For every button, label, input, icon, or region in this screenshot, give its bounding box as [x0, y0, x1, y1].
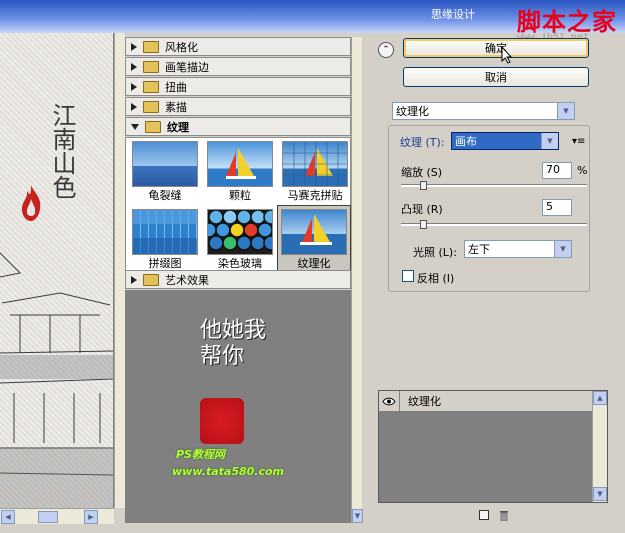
category-distort[interactable]: 扭曲: [125, 77, 351, 96]
preview-horizontal-scrollbar[interactable]: ◀ ▶: [0, 508, 114, 524]
category-label: 素描: [165, 100, 187, 114]
window-title-text: 思缘设计: [431, 8, 475, 21]
scale-slider-track[interactable]: [401, 184, 587, 187]
effect-layer-name: 纹理化: [408, 395, 441, 408]
filter-select[interactable]: 纹理化 ▼: [392, 102, 575, 120]
filter-gallery: 风格化 画笔描边 扭曲 素描 纹理 龟裂缝 颗粒 马赛克拼贴 拼缀图 染色玻璃 …: [125, 37, 351, 290]
trash-icon[interactable]: [499, 509, 509, 521]
new-effect-layer-icon[interactable]: [479, 510, 489, 520]
category-label: 纹理: [167, 120, 189, 134]
filter-label: 纹理化: [297, 257, 331, 270]
category-brush-strokes[interactable]: 画笔描边: [125, 57, 351, 76]
texture-select-value: 画布: [455, 135, 477, 148]
light-select-value: 左下: [468, 243, 490, 256]
filter-texturizer[interactable]: 纹理化: [277, 205, 351, 271]
folder-icon: [143, 100, 159, 113]
folder-icon: [143, 60, 159, 73]
texture-label: 纹理 (T):: [400, 136, 445, 149]
folder-icon: [143, 40, 159, 53]
scroll-down-button[interactable]: ▼: [593, 487, 607, 501]
category-label: 艺术效果: [165, 273, 209, 287]
collapse-gallery-button[interactable]: ⌃: [378, 42, 394, 58]
filter-craquelure[interactable]: 龟裂缝: [128, 138, 202, 204]
light-direction-select[interactable]: 左下 ▼: [464, 240, 572, 258]
chevron-down-icon: ▼: [554, 241, 571, 257]
folder-icon: [143, 80, 159, 93]
double-chevron-up-icon: ⌃: [382, 45, 390, 55]
chevron-right-icon: [131, 62, 137, 71]
filter-label: 拼缀图: [148, 257, 182, 270]
scroll-left-button[interactable]: ◀: [1, 510, 15, 524]
texture-menu-icon[interactable]: ▾≡: [572, 136, 585, 147]
filter-grain[interactable]: 颗粒: [203, 138, 277, 204]
scale-input[interactable]: 70: [542, 162, 572, 179]
chevron-right-icon: [131, 102, 137, 111]
mosaic-tiles-thumb: [282, 141, 348, 187]
filter-label: 龟裂缝: [148, 189, 182, 202]
category-sketch[interactable]: 素描: [125, 97, 351, 116]
red-seal-flame-icon: [22, 185, 41, 221]
light-label: 光照 (L):: [413, 246, 457, 259]
watermark-site-name: PS教程网: [176, 448, 225, 461]
category-label: 扭曲: [165, 80, 187, 94]
category-label: 画笔描边: [165, 60, 209, 74]
filter-label: 颗粒: [229, 189, 251, 202]
pagoda-sketch: [0, 252, 113, 508]
folder-open-icon: [145, 120, 161, 133]
chevron-down-icon: [131, 123, 139, 130]
texture-select[interactable]: 画布 ▼: [451, 132, 559, 150]
chevron-right-icon: [131, 275, 137, 284]
filter-label: 马赛克拼贴: [287, 189, 343, 202]
scale-slider-thumb[interactable]: [419, 181, 427, 190]
scroll-down-button[interactable]: ▼: [352, 509, 363, 523]
scroll-up-button[interactable]: ▲: [593, 391, 607, 405]
category-label: 风格化: [165, 40, 198, 54]
chevron-down-icon: ▼: [541, 133, 558, 149]
grain-thumb: [207, 141, 273, 187]
filter-stained-glass[interactable]: 染色玻璃: [201, 206, 279, 272]
image-preview[interactable]: 江南山色: [0, 33, 114, 508]
scale-unit: %: [577, 164, 588, 177]
patchwork-thumb: [132, 209, 198, 255]
chevron-down-icon: ▼: [557, 103, 574, 119]
relief-input[interactable]: 5: [542, 199, 572, 216]
gallery-vertical-scrollbar[interactable]: ▼: [351, 37, 363, 523]
texture-filter-grid: 龟裂缝 颗粒 马赛克拼贴 拼缀图 染色玻璃 纹理化: [125, 137, 351, 272]
filter-select-value: 纹理化: [396, 105, 429, 118]
preview-calligraphy: 江南山色: [48, 103, 76, 199]
layers-scrollbar[interactable]: ▲ ▼: [592, 391, 607, 502]
chevron-right-icon: [131, 82, 137, 91]
watermark-site-url: www.tata580.com: [172, 465, 285, 478]
eye-icon[interactable]: [379, 391, 400, 411]
scale-label: 缩放 (S): [401, 166, 443, 179]
watermark-calligraphy: 他她我帮你: [200, 318, 267, 369]
cancel-button[interactable]: 取消: [403, 67, 589, 87]
chevron-right-icon: [131, 42, 137, 51]
red-seal-stamp-icon: [200, 398, 244, 444]
filter-mosaic-tiles[interactable]: 马赛克拼贴: [278, 138, 352, 204]
invert-label: 反相 (I): [417, 272, 455, 285]
category-artistic[interactable]: 艺术效果: [125, 270, 351, 289]
category-texture[interactable]: 纹理: [125, 117, 351, 136]
effect-layer-row[interactable]: 纹理化: [379, 391, 592, 412]
relief-slider-track[interactable]: [401, 223, 587, 226]
craquelure-thumb: [132, 141, 198, 187]
stained-glass-thumb: [201, 209, 279, 255]
filter-label: 染色玻璃: [218, 257, 262, 270]
scroll-right-button[interactable]: ▶: [84, 510, 98, 524]
relief-label: 凸现 (R): [401, 203, 443, 216]
ok-button[interactable]: 确定: [403, 38, 589, 58]
relief-slider-thumb[interactable]: [419, 220, 427, 229]
invert-checkbox[interactable]: [402, 270, 414, 282]
folder-icon: [143, 273, 159, 286]
horizontal-scroll-thumb[interactable]: [38, 511, 58, 523]
mouse-cursor-icon: [501, 46, 513, 64]
preview-vertical-scrollbar[interactable]: [114, 33, 125, 508]
filter-patchwork[interactable]: 拼缀图: [128, 206, 202, 272]
texturizer-thumb: [281, 209, 347, 255]
category-stylize[interactable]: 风格化: [125, 37, 351, 56]
